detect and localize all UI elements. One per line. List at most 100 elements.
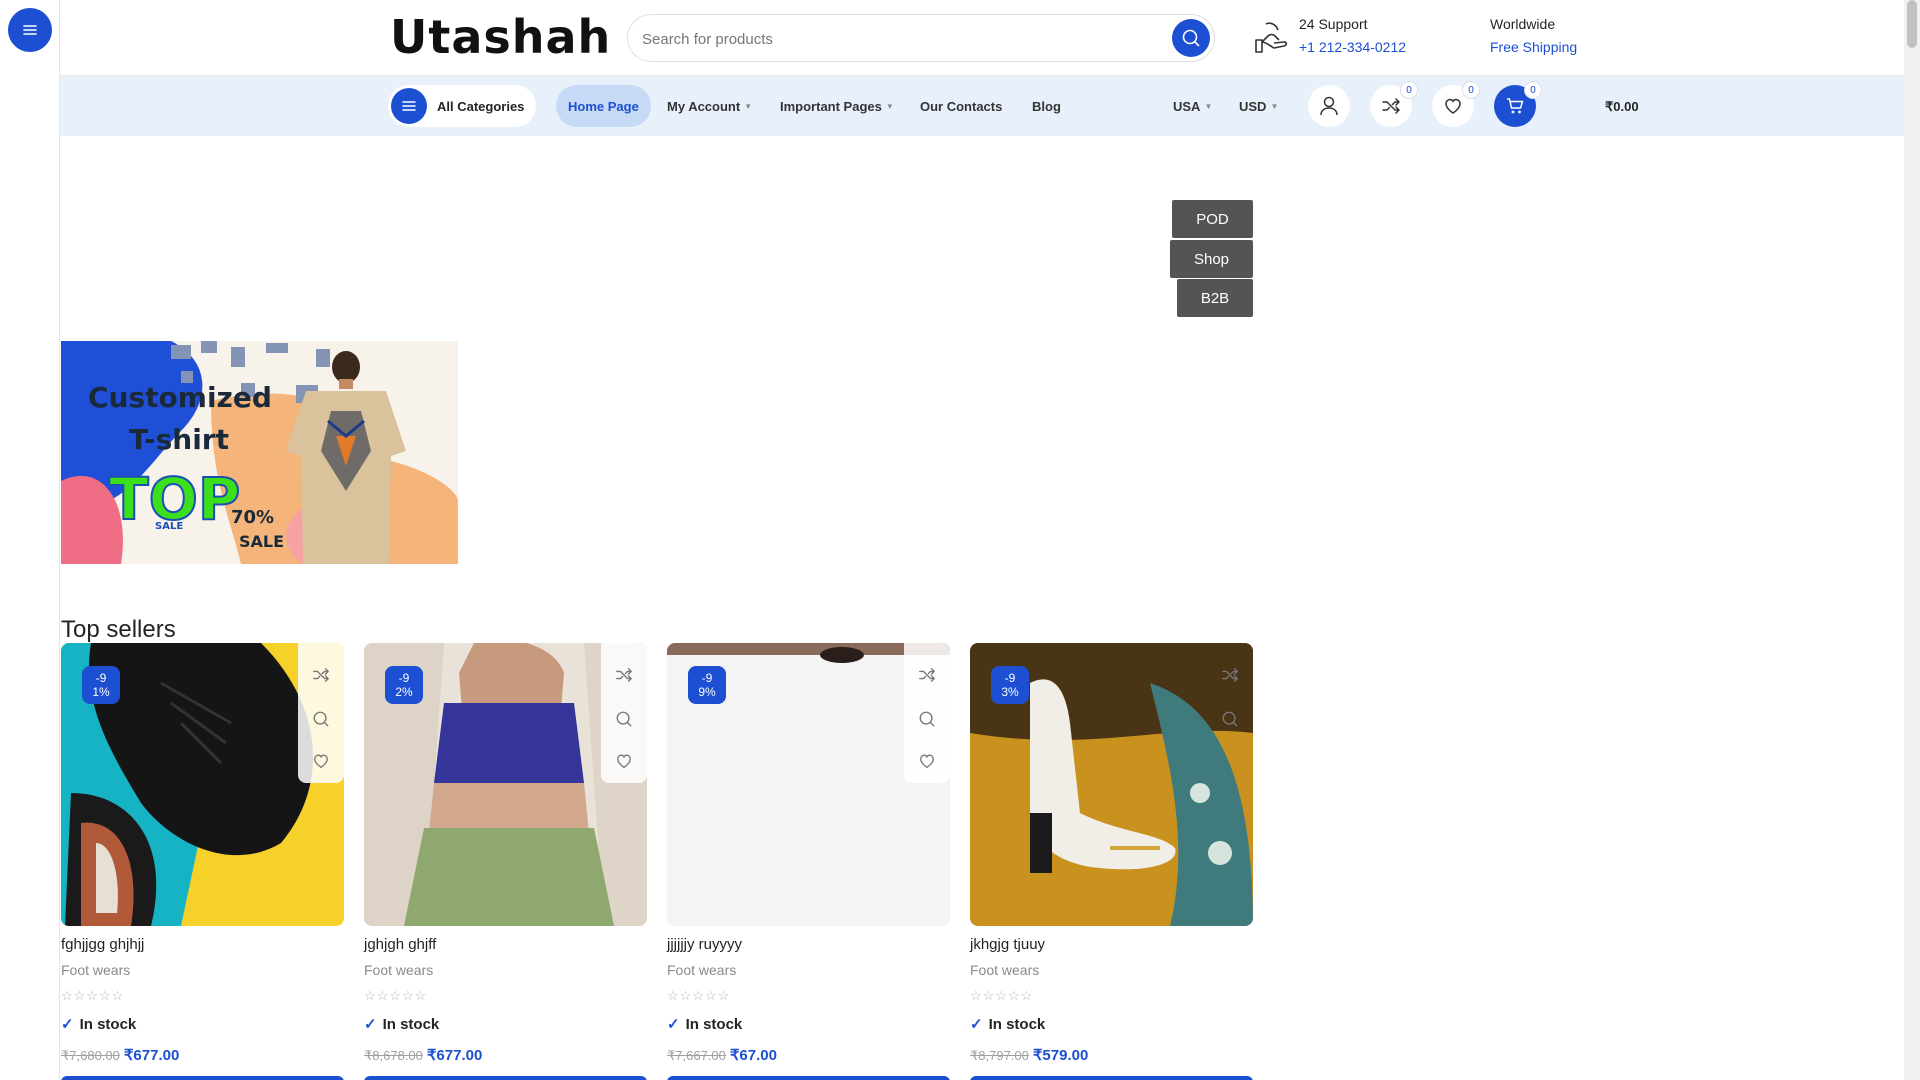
chevron-down-icon: ▼ [1270, 101, 1279, 111]
rating-stars: ☆☆☆☆☆ [61, 988, 125, 1003]
stock-status: ✓ In stock [970, 1015, 1045, 1034]
discount-text: -9 1% [92, 671, 110, 699]
sidebar-menu-button[interactable] [8, 8, 52, 52]
product-image[interactable]: -9 9% [667, 643, 950, 926]
nav-important-pages[interactable]: Important Pages ▼ [780, 85, 894, 127]
compare-action[interactable] [1218, 663, 1242, 687]
product-card: -9 3% jkhgjg tjuuy Foot wears ☆☆☆☆☆ ✓ In … [970, 643, 1253, 1080]
product-actions [298, 643, 344, 783]
check-icon: ✓ [364, 1016, 377, 1033]
search-input[interactable] [642, 27, 1142, 51]
old-price: ₹8,797.00 [970, 1048, 1029, 1063]
old-price: ₹7,680.00 [61, 1048, 120, 1063]
product-category[interactable]: Foot wears [667, 962, 736, 978]
main-navigation: All Categories Home Page My Account ▼ Imp… [60, 76, 1904, 136]
scrollbar-thumb[interactable] [1907, 0, 1917, 48]
discount-text: -9 9% [698, 671, 716, 699]
product-category[interactable]: Foot wears [970, 962, 1039, 978]
add-to-cart-button[interactable] [970, 1076, 1253, 1080]
check-icon: ✓ [667, 1016, 680, 1033]
promo-banner[interactable]: Customized T-shirt TOP SALE 70% SALE [61, 341, 458, 564]
sale-price: ₹579.00 [1032, 1047, 1089, 1064]
search-button[interactable] [1172, 19, 1210, 57]
currency-value: USD [1239, 98, 1267, 114]
sale-price: ₹677.00 [426, 1047, 483, 1064]
support-block: 24 Support +1 212-334-0212 [1252, 14, 1452, 62]
product-image[interactable]: -9 1% [61, 643, 344, 926]
sale-price: ₹677.00 [123, 1047, 180, 1064]
shuffle-icon [1222, 668, 1238, 682]
compare-action[interactable] [612, 663, 636, 687]
quick-view-action[interactable] [915, 707, 939, 731]
nav-label: Our Contacts [920, 98, 1003, 114]
nav-home-page[interactable]: Home Page [556, 85, 651, 127]
country-selector[interactable]: USA ▼ [1173, 85, 1212, 127]
site-logo[interactable]: Utashah [390, 10, 611, 64]
chevron-down-icon: ▼ [744, 101, 753, 111]
add-to-cart-button[interactable] [61, 1076, 344, 1080]
compare-button[interactable]: 0 [1370, 81, 1418, 127]
product-image[interactable]: -9 3% [970, 643, 1253, 926]
compare-action[interactable] [915, 663, 939, 687]
stock-status: ✓ In stock [667, 1015, 742, 1034]
cart-button[interactable]: 0 [1494, 81, 1542, 127]
product-price: ₹7,667.00 ₹67.00 [667, 1046, 777, 1064]
banner-line1: Customized [88, 381, 272, 414]
account-button[interactable] [1308, 85, 1350, 127]
all-categories-button[interactable]: All Categories [388, 85, 536, 127]
cart-total[interactable]: ₹0.00 [1605, 99, 1639, 115]
shuffle-icon [313, 668, 329, 682]
page-scrollbar[interactable] [1904, 0, 1920, 1080]
heart-icon [617, 754, 631, 769]
shuffle-icon [919, 668, 935, 682]
nav-our-contacts[interactable]: Our Contacts [920, 85, 1002, 127]
product-image[interactable]: -9 2% [364, 643, 647, 926]
wishlist-action[interactable] [612, 749, 636, 773]
discount-badge: -9 2% [385, 666, 423, 704]
nav-blog[interactable]: Blog [1032, 85, 1061, 127]
tag-shop[interactable]: Shop [1170, 240, 1253, 278]
wishlist-action[interactable] [915, 749, 939, 773]
wishlist-action[interactable] [309, 749, 333, 773]
stock-status: ✓ In stock [364, 1015, 440, 1034]
stock-label: In stock [382, 1015, 440, 1033]
header-top: Utashah 24 Support +1 212-334-0212 World… [60, 0, 1904, 76]
product-category[interactable]: Foot wears [364, 962, 433, 978]
tag-pod[interactable]: POD [1172, 200, 1253, 238]
product-actions [1207, 643, 1253, 783]
shipping-link[interactable]: Free Shipping [1490, 39, 1577, 55]
product-category[interactable]: Foot wears [61, 962, 130, 978]
nav-label: Home Page [568, 98, 639, 114]
shipping-title: Worldwide [1490, 16, 1556, 32]
heart-icon [920, 754, 934, 769]
compare-action[interactable] [309, 663, 333, 687]
stock-label: In stock [79, 1015, 137, 1033]
banner-line2: T-shirt [129, 423, 229, 456]
search-icon [1222, 711, 1238, 727]
wishlist-count-badge: 0 [1462, 81, 1480, 99]
country-value: USA [1173, 98, 1201, 114]
currency-selector[interactable]: USD ▼ [1239, 85, 1278, 127]
add-to-cart-button[interactable] [364, 1076, 647, 1080]
product-name[interactable]: jghjgh ghjff [364, 936, 436, 953]
product-actions [904, 643, 950, 783]
product-name[interactable]: fghjjgg ghjhjj [61, 936, 144, 953]
discount-text: -9 2% [395, 671, 413, 699]
quick-view-action[interactable] [309, 707, 333, 731]
add-to-cart-button[interactable] [667, 1076, 950, 1080]
old-price: ₹8,678.00 [364, 1048, 423, 1063]
sale-price: ₹67.00 [729, 1047, 777, 1064]
nav-my-account[interactable]: My Account ▼ [667, 85, 752, 127]
product-name[interactable]: jjjjjjy ruyyyy [667, 936, 742, 953]
quick-view-action[interactable] [612, 707, 636, 731]
user-icon [1320, 96, 1338, 116]
banner-pct: 70% [231, 507, 274, 528]
tag-b2b[interactable]: B2B [1177, 279, 1253, 317]
search-icon [919, 711, 935, 727]
quick-view-action[interactable] [1218, 707, 1242, 731]
product-card: -9 2% jghjgh ghjff Foot wears ☆☆☆☆☆ ✓ In … [364, 643, 647, 1080]
product-name[interactable]: jkhgjg tjuuy [970, 936, 1045, 953]
discount-badge: -9 9% [688, 666, 726, 704]
support-phone-link[interactable]: +1 212-334-0212 [1299, 39, 1406, 55]
wishlist-button[interactable]: 0 [1432, 81, 1480, 127]
